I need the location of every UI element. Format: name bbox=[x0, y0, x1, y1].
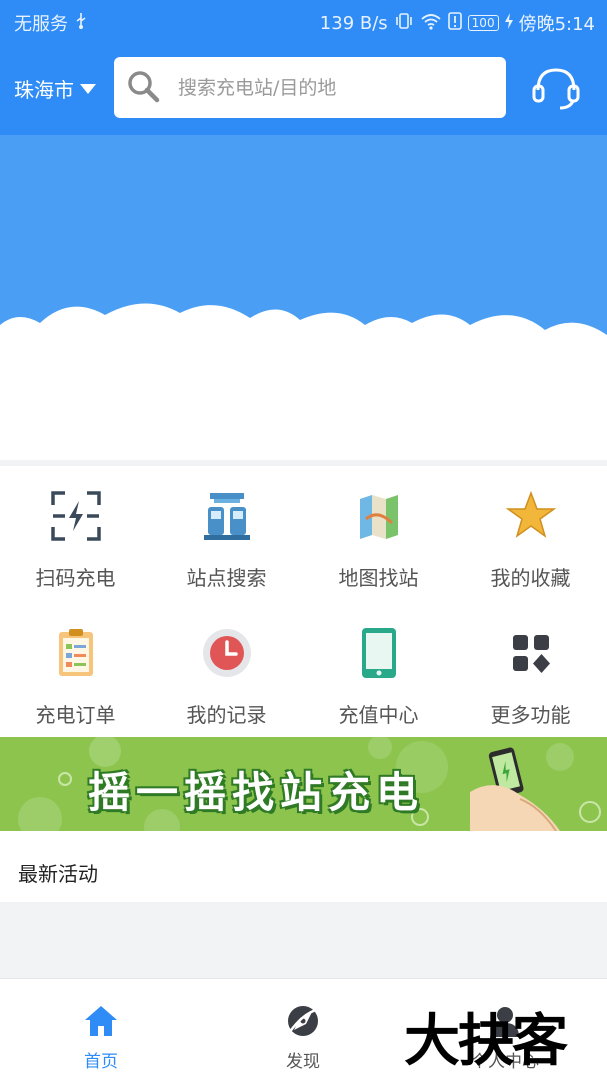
clock-icon bbox=[199, 625, 255, 681]
search-icon bbox=[126, 69, 160, 107]
headset-icon[interactable] bbox=[530, 64, 582, 112]
tablet-icon bbox=[351, 625, 407, 681]
banner-slogan-right: 更绿更美好 bbox=[330, 386, 570, 437]
news-content-area bbox=[0, 902, 607, 978]
star-icon bbox=[503, 488, 559, 544]
clock-time: 傍晚5:14 bbox=[518, 14, 595, 35]
search-bar[interactable] bbox=[114, 57, 506, 118]
shake-banner-text: 摇一摇找站充电 bbox=[88, 768, 425, 817]
feature-scan-charge[interactable]: 扫码充电 bbox=[0, 466, 151, 603]
search-input[interactable] bbox=[178, 76, 478, 99]
status-left: 无服务 bbox=[14, 10, 88, 36]
city-label: 珠海市 bbox=[14, 78, 74, 102]
feature-charge-orders[interactable]: 充电订单 bbox=[0, 603, 151, 740]
feature-label: 我的收藏 bbox=[490, 566, 571, 590]
home-icon bbox=[83, 1003, 119, 1039]
tab-discover[interactable]: 发现 bbox=[202, 979, 404, 1080]
feature-label: 扫码充电 bbox=[35, 566, 116, 590]
feature-map[interactable]: 地图找站 bbox=[303, 466, 454, 603]
usb-icon bbox=[74, 12, 88, 35]
feature-label: 地图找站 bbox=[338, 566, 419, 590]
feature-favorites[interactable]: 我的收藏 bbox=[455, 466, 606, 603]
caret-down-icon bbox=[80, 83, 96, 94]
feature-my-records[interactable]: 我的记录 bbox=[151, 603, 302, 740]
feature-grid: 扫码充电 站点搜索 地图找站 我的收藏 充电订单 我的记录 充值中心 更多功能 bbox=[0, 460, 607, 738]
carrier-text: 无服务 bbox=[14, 14, 68, 35]
tab-label: 首页 bbox=[84, 1052, 118, 1072]
shake-banner[interactable]: 摇一摇找站充电 bbox=[0, 737, 607, 831]
feature-more[interactable]: 更多功能 bbox=[455, 603, 606, 740]
news-section: 最新活动 bbox=[0, 838, 607, 902]
feature-label: 充电订单 bbox=[35, 703, 116, 727]
clipboard-icon bbox=[48, 625, 104, 681]
station-search-icon bbox=[199, 488, 255, 544]
city-selector[interactable]: 珠海市 bbox=[14, 74, 96, 103]
scan-charge-icon bbox=[48, 488, 104, 544]
more-grid-icon bbox=[503, 625, 559, 681]
feature-label: 充值中心 bbox=[338, 703, 419, 727]
vibrate-icon bbox=[394, 12, 414, 35]
feature-label: 站点搜索 bbox=[186, 566, 267, 590]
top-header: 无服务 139 B/s 100 傍晚5:14 珠海市 bbox=[0, 0, 607, 135]
feature-station-search[interactable]: 站点搜索 bbox=[151, 466, 302, 603]
tab-label: 发现 bbox=[286, 1052, 320, 1072]
feature-recharge-center[interactable]: 充值中心 bbox=[303, 603, 454, 740]
banner-slogan-left: 电·车·生活 bbox=[38, 386, 266, 437]
promo-banner[interactable]: 电·车·生活 更绿更美好 bbox=[0, 135, 607, 457]
status-bar: 无服务 139 B/s 100 傍晚5:14 bbox=[0, 0, 607, 42]
tab-home[interactable]: 首页 bbox=[0, 979, 202, 1080]
feature-label: 我的记录 bbox=[186, 703, 267, 727]
map-icon bbox=[351, 488, 407, 544]
alert-icon bbox=[447, 11, 462, 35]
battery-indicator: 100 bbox=[467, 15, 499, 31]
discover-icon bbox=[285, 1003, 321, 1039]
status-right: 139 B/s 100 傍晚5:14 bbox=[320, 10, 595, 36]
watermark-logo: 大抉客 bbox=[404, 1008, 568, 1074]
network-speed: 139 B/s bbox=[319, 12, 388, 34]
feature-label: 更多功能 bbox=[490, 703, 571, 727]
wifi-icon bbox=[420, 12, 442, 35]
news-title: 最新活动 bbox=[18, 862, 98, 886]
charging-icon bbox=[504, 12, 513, 34]
